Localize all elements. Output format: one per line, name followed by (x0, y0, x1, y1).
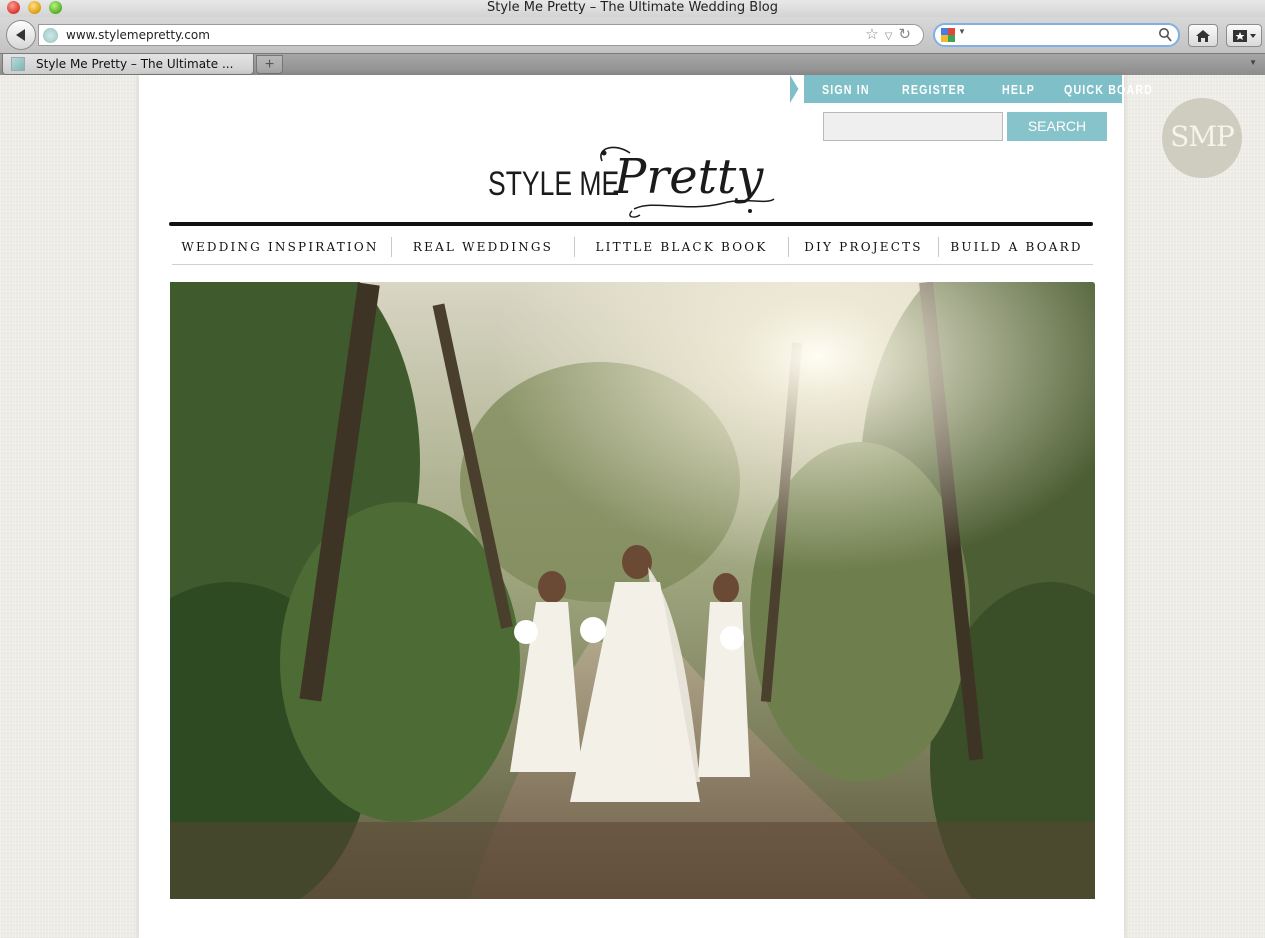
google-engine-icon[interactable] (941, 28, 955, 42)
minimize-window-button[interactable] (28, 1, 41, 14)
url-text[interactable]: www.stylemepretty.com (66, 25, 210, 45)
nav-diy-projects[interactable]: DIY PROJECTS (789, 235, 938, 263)
window-titlebar: Style Me Pretty – The Ultimate Wedding B… (0, 0, 1265, 17)
site-search-input[interactable] (823, 112, 1003, 141)
window-title: Style Me Pretty – The Ultimate Wedding B… (486, 0, 779, 15)
site-logo[interactable]: STYLE ME Pretty (484, 139, 784, 219)
browser-search-field[interactable]: ▼ (933, 23, 1180, 47)
back-arrow-icon (16, 29, 25, 41)
reload-icon[interactable]: ↻ (898, 26, 917, 43)
hero-image[interactable] (170, 282, 1095, 899)
back-button[interactable] (6, 20, 36, 50)
logo-text-style-me: STYLE ME (488, 165, 620, 203)
nav-build-a-board[interactable]: BUILD A BOARD (939, 235, 1094, 263)
url-actions: ☆▽↻ (865, 25, 917, 47)
site-search-button[interactable]: SEARCH (1007, 112, 1107, 141)
quick-board-link[interactable]: QUICK BOARD (1064, 82, 1153, 97)
main-nav: WEDDING INSPIRATION REAL WEDDINGS LITTLE… (169, 235, 1094, 263)
bride-and-bridesmaids-photo-icon (170, 282, 1095, 899)
help-link[interactable]: HELP (1002, 82, 1035, 97)
site-content: SIGN IN REGISTER HELP QUICK BOARD SEARCH… (139, 75, 1152, 938)
zoom-window-button[interactable] (49, 1, 62, 14)
url-bar[interactable]: www.stylemepretty.com ☆▽↻ (38, 24, 924, 46)
utility-bar-flag-notch (790, 75, 804, 103)
home-icon (1196, 29, 1210, 42)
bookmarks-icon (1233, 29, 1256, 42)
history-dropdown-icon[interactable]: ▽ (885, 31, 899, 42)
smp-badge[interactable]: SMP (1162, 98, 1242, 178)
tab-strip: Style Me Pretty – The Ultimate ... + ▼ (0, 53, 1265, 75)
nav-wedding-inspiration[interactable]: WEDDING INSPIRATION (169, 235, 391, 263)
nav-real-weddings[interactable]: REAL WEDDINGS (392, 235, 574, 263)
utility-links: SIGN IN REGISTER HELP QUICK BOARD (822, 75, 1173, 103)
utility-bar: SIGN IN REGISTER HELP QUICK BOARD (790, 75, 1152, 103)
close-window-button[interactable] (7, 1, 20, 14)
nav-little-black-book[interactable]: LITTLE BLACK BOOK (575, 235, 788, 263)
new-tab-button[interactable]: + (256, 55, 283, 74)
tab-title: Style Me Pretty – The Ultimate ... (36, 57, 234, 71)
nav-bottom-rule (172, 264, 1093, 265)
nav-top-rule (169, 222, 1093, 226)
tab-active[interactable]: Style Me Pretty – The Ultimate ... (2, 54, 254, 75)
search-icon[interactable] (1158, 27, 1172, 43)
logo-text-pretty: Pretty (614, 149, 764, 205)
register-link[interactable]: REGISTER (902, 82, 966, 97)
bookmarks-menu-button[interactable] (1226, 24, 1262, 47)
home-button[interactable] (1188, 24, 1218, 47)
engine-dropdown-icon[interactable]: ▼ (958, 27, 966, 36)
site-identity-icon[interactable] (43, 28, 58, 43)
tab-favicon-icon (11, 57, 25, 71)
browser-toolbar: www.stylemepretty.com ☆▽↻ ▼ (0, 17, 1265, 53)
bookmark-star-icon[interactable]: ☆ (865, 26, 884, 43)
tab-list-dropdown-icon[interactable]: ▼ (1249, 58, 1257, 67)
sign-in-link[interactable]: SIGN IN (822, 82, 870, 97)
